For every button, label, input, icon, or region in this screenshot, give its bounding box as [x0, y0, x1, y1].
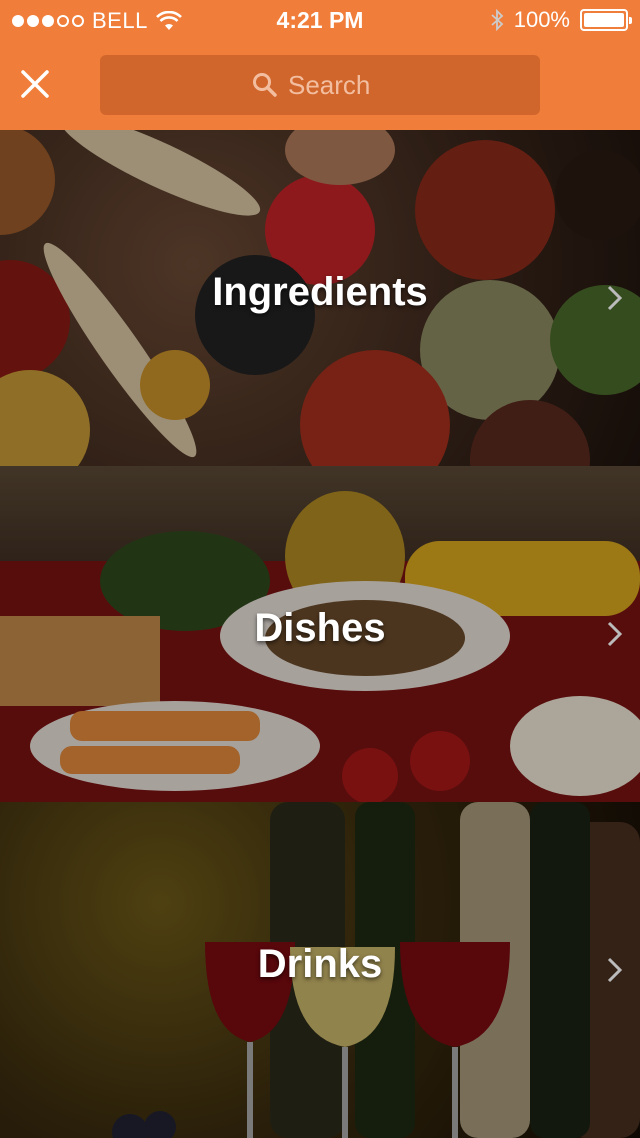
chevron-right-icon [607, 957, 623, 983]
status-right: 100% [490, 7, 632, 33]
category-ingredients[interactable]: Ingredients [0, 130, 640, 466]
battery-fill [584, 13, 624, 27]
search-input[interactable] [288, 69, 388, 101]
header: BELL 4:21 PM 100% [0, 0, 640, 130]
chevron-right-icon [607, 621, 623, 647]
category-title: Drinks [257, 942, 383, 986]
close-button[interactable] [14, 63, 56, 105]
battery-icon [580, 9, 632, 31]
category-title: Ingredients [212, 270, 428, 314]
status-bar: BELL 4:21 PM 100% [0, 0, 640, 40]
chevron-right-icon [607, 285, 623, 311]
category-dishes[interactable]: Dishes [0, 466, 640, 802]
battery-percentage: 100% [513, 7, 570, 32]
search-bar[interactable] [100, 55, 540, 115]
bluetooth-icon [491, 9, 504, 31]
category-drinks[interactable]: Drinks [0, 802, 640, 1138]
search-icon [253, 73, 277, 97]
close-icon [21, 70, 49, 98]
category-title: Dishes [254, 606, 386, 650]
